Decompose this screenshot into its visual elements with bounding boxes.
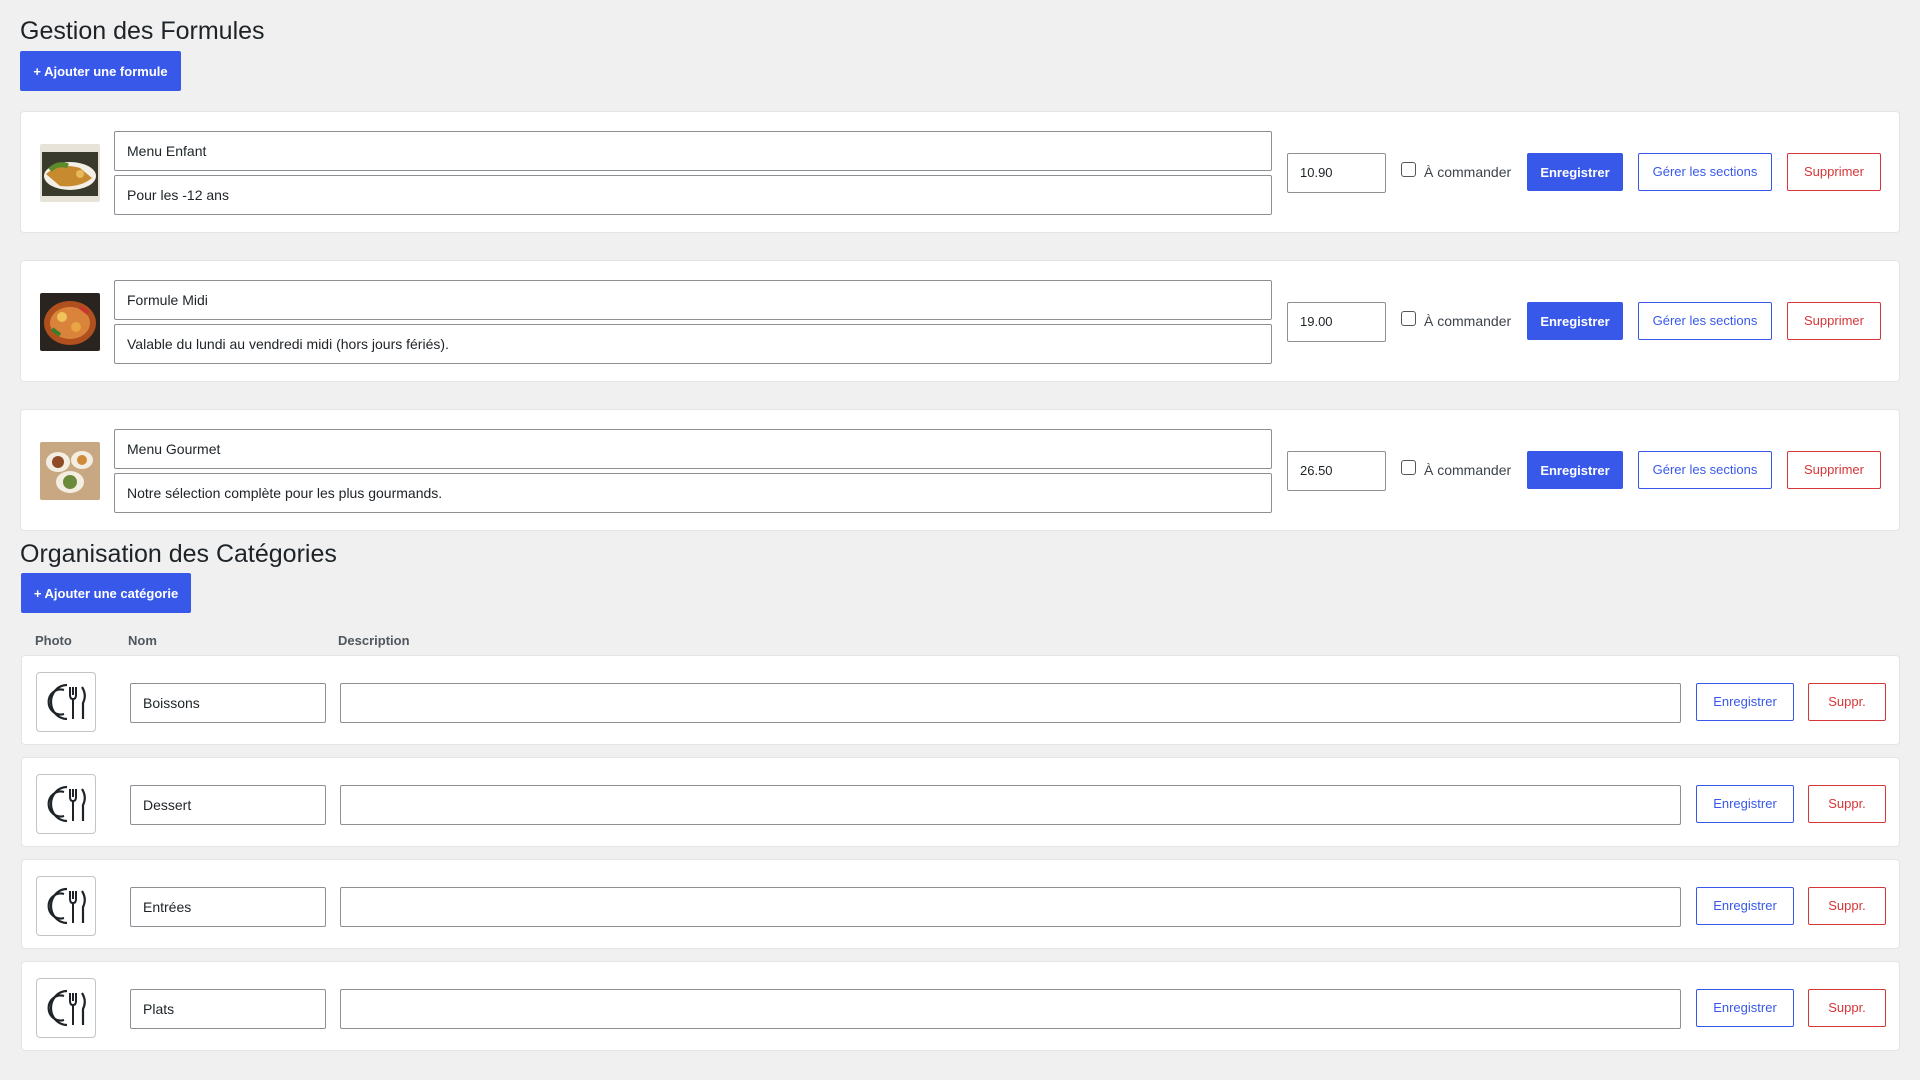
delete-formula-button[interactable]: Supprimer [1787, 302, 1881, 340]
delete-category-button[interactable]: Suppr. [1808, 683, 1886, 721]
formula-price-input[interactable]: 26.50 [1287, 451, 1386, 491]
food-photo-icon [40, 442, 100, 500]
formula-name-input[interactable]: Menu Enfant [114, 131, 1272, 171]
category-row: Boissons Enregistrer Suppr. [21, 655, 1900, 745]
to-order-checkbox[interactable] [1401, 162, 1416, 177]
save-category-button[interactable]: Enregistrer [1696, 989, 1794, 1027]
to-order-label: À commander [1424, 313, 1512, 329]
manage-sections-button[interactable]: Gérer les sections [1638, 302, 1772, 340]
formula-price-input[interactable]: 19.00 [1287, 302, 1386, 342]
category-row: Plats Enregistrer Suppr. [21, 961, 1900, 1051]
cutlery-icon[interactable] [36, 978, 96, 1038]
to-order-checkbox[interactable] [1401, 460, 1416, 475]
save-formula-button[interactable]: Enregistrer [1527, 302, 1623, 340]
categories-title: Organisation des Catégories [20, 540, 337, 568]
category-row: Entrées Enregistrer Suppr. [21, 859, 1900, 949]
category-name-input[interactable]: Entrées [130, 887, 326, 927]
add-category-button[interactable]: + Ajouter une catégorie [21, 573, 191, 613]
to-order-checkbox[interactable] [1401, 311, 1416, 326]
category-description-input[interactable] [340, 989, 1681, 1029]
column-header-name: Nom [128, 633, 157, 648]
save-category-button[interactable]: Enregistrer [1696, 683, 1794, 721]
cutlery-icon[interactable] [36, 672, 96, 732]
cutlery-icon[interactable] [36, 876, 96, 936]
to-order-label: À commander [1424, 164, 1512, 180]
category-name-input[interactable]: Boissons [130, 683, 326, 723]
save-category-button[interactable]: Enregistrer [1696, 887, 1794, 925]
admin-page: Gestion des Formules + Ajouter une formu… [0, 0, 1920, 1080]
column-header-photo: Photo [35, 633, 72, 648]
save-formula-button[interactable]: Enregistrer [1527, 451, 1623, 489]
delete-formula-button[interactable]: Supprimer [1787, 153, 1881, 191]
category-description-input[interactable] [340, 785, 1681, 825]
save-category-button[interactable]: Enregistrer [1696, 785, 1794, 823]
formula-name-input[interactable]: Formule Midi [114, 280, 1272, 320]
formula-price-input[interactable]: 10.90 [1287, 153, 1386, 193]
add-formula-button[interactable]: + Ajouter une formule [20, 51, 181, 91]
delete-formula-button[interactable]: Supprimer [1787, 451, 1881, 489]
category-description-input[interactable] [340, 683, 1681, 723]
formula-card: Formule Midi Valable du lundi au vendred… [20, 260, 1900, 382]
category-name-input[interactable]: Plats [130, 989, 326, 1029]
formula-description-input[interactable]: Valable du lundi au vendredi midi (hors … [114, 324, 1272, 364]
category-description-input[interactable] [340, 887, 1681, 927]
to-order-label: À commander [1424, 462, 1512, 478]
food-photo-icon [40, 144, 100, 202]
category-row: Dessert Enregistrer Suppr. [21, 757, 1900, 847]
formula-name-input[interactable]: Menu Gourmet [114, 429, 1272, 469]
manage-sections-button[interactable]: Gérer les sections [1638, 153, 1772, 191]
category-name-input[interactable]: Dessert [130, 785, 326, 825]
formula-description-input[interactable]: Notre sélection complète pour les plus g… [114, 473, 1272, 513]
delete-category-button[interactable]: Suppr. [1808, 785, 1886, 823]
formulas-title: Gestion des Formules [20, 17, 265, 45]
column-header-description: Description [338, 633, 410, 648]
manage-sections-button[interactable]: Gérer les sections [1638, 451, 1772, 489]
formula-card: Menu Enfant Pour les -12 ans 10.90 À com… [20, 111, 1900, 233]
food-photo-icon [40, 293, 100, 351]
cutlery-icon[interactable] [36, 774, 96, 834]
delete-category-button[interactable]: Suppr. [1808, 887, 1886, 925]
formula-description-input[interactable]: Pour les -12 ans [114, 175, 1272, 215]
delete-category-button[interactable]: Suppr. [1808, 989, 1886, 1027]
formula-card: Menu Gourmet Notre sélection complète po… [20, 409, 1900, 531]
save-formula-button[interactable]: Enregistrer [1527, 153, 1623, 191]
